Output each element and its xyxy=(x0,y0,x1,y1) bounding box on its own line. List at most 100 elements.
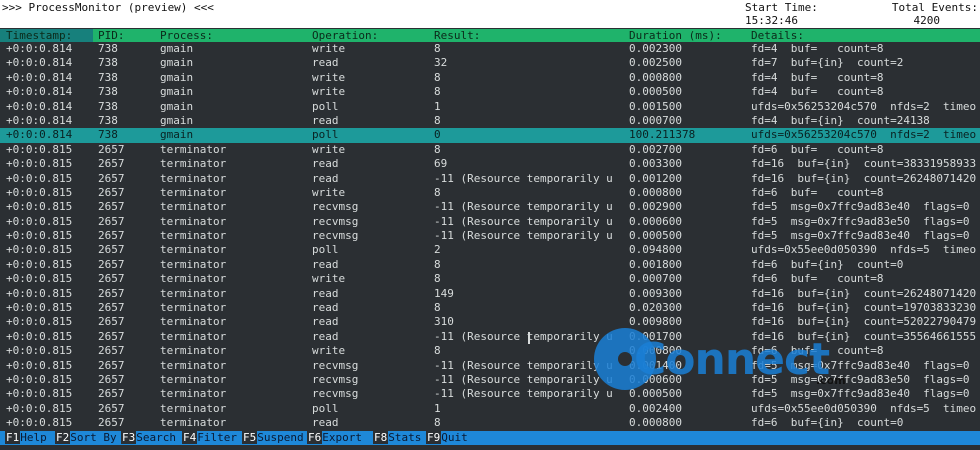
cell-duration: 0.000800 xyxy=(629,416,682,430)
fkey-filter[interactable]: F4Filter xyxy=(182,431,237,445)
column-header-duration[interactable]: Duration (ms): xyxy=(629,29,744,42)
table-row[interactable]: +0:0:0.815 2657 terminator write 8 0.002700 fd… xyxy=(0,143,980,157)
table-row[interactable]: +0:0:0.815 2657 terminator read -11 (Resourc… xyxy=(0,172,980,186)
table-row-selected[interactable]: +0:0:0.814 738 gmain poll 0 100.211378 ufds=0x… xyxy=(0,128,980,143)
fkey-key: F6 xyxy=(307,431,323,444)
cell-process: terminator xyxy=(160,344,227,358)
cell-pid: 2657 xyxy=(98,185,125,199)
table-row[interactable]: +0:0:0.815 2657 terminator recvmsg -11 (Reso… xyxy=(0,200,980,214)
cell-timestamp: +0:0:0.815 xyxy=(6,200,73,214)
cell-duration: 0.002300 xyxy=(629,42,682,55)
fkey-search[interactable]: F3Search xyxy=(121,431,176,445)
cell-operation: read xyxy=(312,329,339,343)
watermark-inner-dot xyxy=(618,352,632,366)
table-row[interactable]: +0:0:0.815 2657 terminator read 8 0.001800 fd=… xyxy=(0,258,980,272)
cell-timestamp: +0:0:0.815 xyxy=(6,243,73,257)
cell-operation: read xyxy=(312,113,339,127)
cell-operation: recvmsg xyxy=(312,200,359,214)
cell-timestamp: +0:0:0.815 xyxy=(6,329,73,343)
cell-operation: write xyxy=(312,272,346,286)
fkey-label: Stats xyxy=(388,431,422,444)
fkey-help[interactable]: F1Help xyxy=(5,431,47,445)
fkey-label: Search xyxy=(136,431,176,444)
table-row[interactable]: +0:0:0.814 738 gmain read 32 0.002500 fd=7 buf… xyxy=(0,56,980,70)
cell-duration: 0.094800 xyxy=(629,243,682,257)
cell-process: terminator xyxy=(160,185,227,199)
column-header-process[interactable]: Process: xyxy=(160,29,305,42)
cell-result: -11 (Resource temporarily una xyxy=(434,387,612,401)
fkey-quit[interactable]: F9Quit xyxy=(426,431,468,445)
fkey-suspend[interactable]: F5Suspend xyxy=(242,431,304,445)
fkey-key: F5 xyxy=(242,431,258,444)
fkey-stats[interactable]: F8Stats xyxy=(373,431,421,445)
cell-duration: 0.001500 xyxy=(629,99,682,113)
table-row[interactable]: +0:0:0.814 738 gmain write 8 0.002300 fd=4 buf… xyxy=(0,42,980,56)
cell-pid: 2657 xyxy=(98,344,125,358)
cell-operation: write xyxy=(312,70,346,84)
column-header-result[interactable]: Result: xyxy=(434,29,612,42)
cell-pid: 2657 xyxy=(98,358,125,372)
table-row[interactable]: +0:0:0.815 2657 terminator poll 1 0.002400 ufd… xyxy=(0,402,980,416)
cell-pid: 2657 xyxy=(98,272,125,286)
fkey-key: F4 xyxy=(182,431,198,444)
cell-duration: 0.003300 xyxy=(629,157,682,171)
cell-pid: 738 xyxy=(98,70,118,84)
column-header-details[interactable]: Details: xyxy=(751,29,980,42)
cell-process: terminator xyxy=(160,171,227,185)
cell-pid: 738 xyxy=(98,99,118,113)
cell-result: 8 xyxy=(434,257,441,271)
column-header-row: Timestamp: PID: Process: Operation: Resu… xyxy=(0,29,980,42)
cell-process: gmain xyxy=(160,113,194,127)
cell-timestamp: +0:0:0.814 xyxy=(6,42,73,55)
cell-result: -11 (Resource temporarily una xyxy=(434,329,612,343)
table-row[interactable]: +0:0:0.814 738 gmain write 8 0.000800 fd=4 buf… xyxy=(0,71,980,85)
table-row[interactable]: +0:0:0.815 2657 terminator write 8 0.000800 fd… xyxy=(0,186,980,200)
start-time-label: Start Time: xyxy=(745,1,818,14)
table-row[interactable]: +0:0:0.815 2657 terminator recvmsg -11 (Reso… xyxy=(0,229,980,243)
table-row[interactable]: +0:0:0.815 2657 terminator read 8 0.020300 fd=… xyxy=(0,301,980,315)
cell-result: 8 xyxy=(434,185,441,199)
cell-details: fd=16 buf={in} count=19703833230 xyxy=(751,301,977,315)
cell-result: 310 xyxy=(434,315,454,329)
table-row[interactable]: +0:0:0.815 2657 terminator read 69 0.003300 fd… xyxy=(0,157,980,171)
cell-process: terminator xyxy=(160,416,227,430)
cell-operation: write xyxy=(312,42,346,55)
table-row[interactable]: +0:0:0.814 738 gmain read 8 0.000700 fd=4 buf=… xyxy=(0,114,980,128)
table-row[interactable]: +0:0:0.815 2657 terminator read 149 0.009300 f… xyxy=(0,287,980,301)
cell-details: fd=16 buf={in} count=26248071420 xyxy=(751,171,977,185)
table-row[interactable]: +0:0:0.815 2657 terminator recvmsg -11 (Reso… xyxy=(0,215,980,229)
fkey-label: Filter xyxy=(197,431,237,444)
cell-timestamp: +0:0:0.815 xyxy=(6,344,73,358)
cell-operation: write xyxy=(312,142,346,156)
cell-details: fd=6 buf= count=8 xyxy=(751,142,884,156)
cell-process: terminator xyxy=(160,301,227,315)
cell-timestamp: +0:0:0.815 xyxy=(6,229,73,243)
cell-timestamp: +0:0:0.815 xyxy=(6,401,73,415)
cell-operation: recvmsg xyxy=(312,387,359,401)
cell-pid: 2657 xyxy=(98,229,125,243)
cell-duration: 100.211378 xyxy=(629,128,696,142)
fkey-export[interactable]: F6Export xyxy=(307,431,362,445)
cell-duration: 0.000800 xyxy=(629,185,682,199)
cell-timestamp: +0:0:0.814 xyxy=(6,99,73,113)
app-title: >>> ProcessMonitor (preview) <<< xyxy=(2,1,214,14)
cell-operation: read xyxy=(312,56,339,70)
cell-result: -11 (Resource temporarily una xyxy=(434,214,612,228)
fkey-sort-by[interactable]: F2Sort By xyxy=(55,431,117,445)
column-header-timestamp[interactable]: Timestamp: xyxy=(6,29,91,42)
cell-details: fd=6 buf={in} count=0 xyxy=(751,416,904,430)
fkey-key: F9 xyxy=(426,431,442,444)
cell-details: fd=6 buf= count=8 xyxy=(751,272,884,286)
column-header-pid[interactable]: PID: xyxy=(98,29,153,42)
cell-result: 8 xyxy=(434,142,441,156)
table-row[interactable]: +0:0:0.815 2657 terminator poll 2 0.094800 ufd… xyxy=(0,243,980,257)
table-row[interactable]: +0:0:0.815 2657 terminator write 8 0.000700 fd… xyxy=(0,272,980,286)
table-row[interactable]: +0:0:0.814 738 gmain write 8 0.000500 fd=4 buf… xyxy=(0,85,980,99)
table-row[interactable]: +0:0:0.814 738 gmain poll 1 0.001500 ufds=0x56… xyxy=(0,100,980,114)
cell-operation: read xyxy=(312,416,339,430)
cell-timestamp: +0:0:0.815 xyxy=(6,142,73,156)
cell-details: fd=4 buf= count=8 xyxy=(751,70,884,84)
table-row[interactable]: +0:0:0.815 2657 terminator read 8 0.000800 fd=… xyxy=(0,416,980,430)
column-header-operation[interactable]: Operation: xyxy=(312,29,427,42)
cell-result: 1 xyxy=(434,401,441,415)
